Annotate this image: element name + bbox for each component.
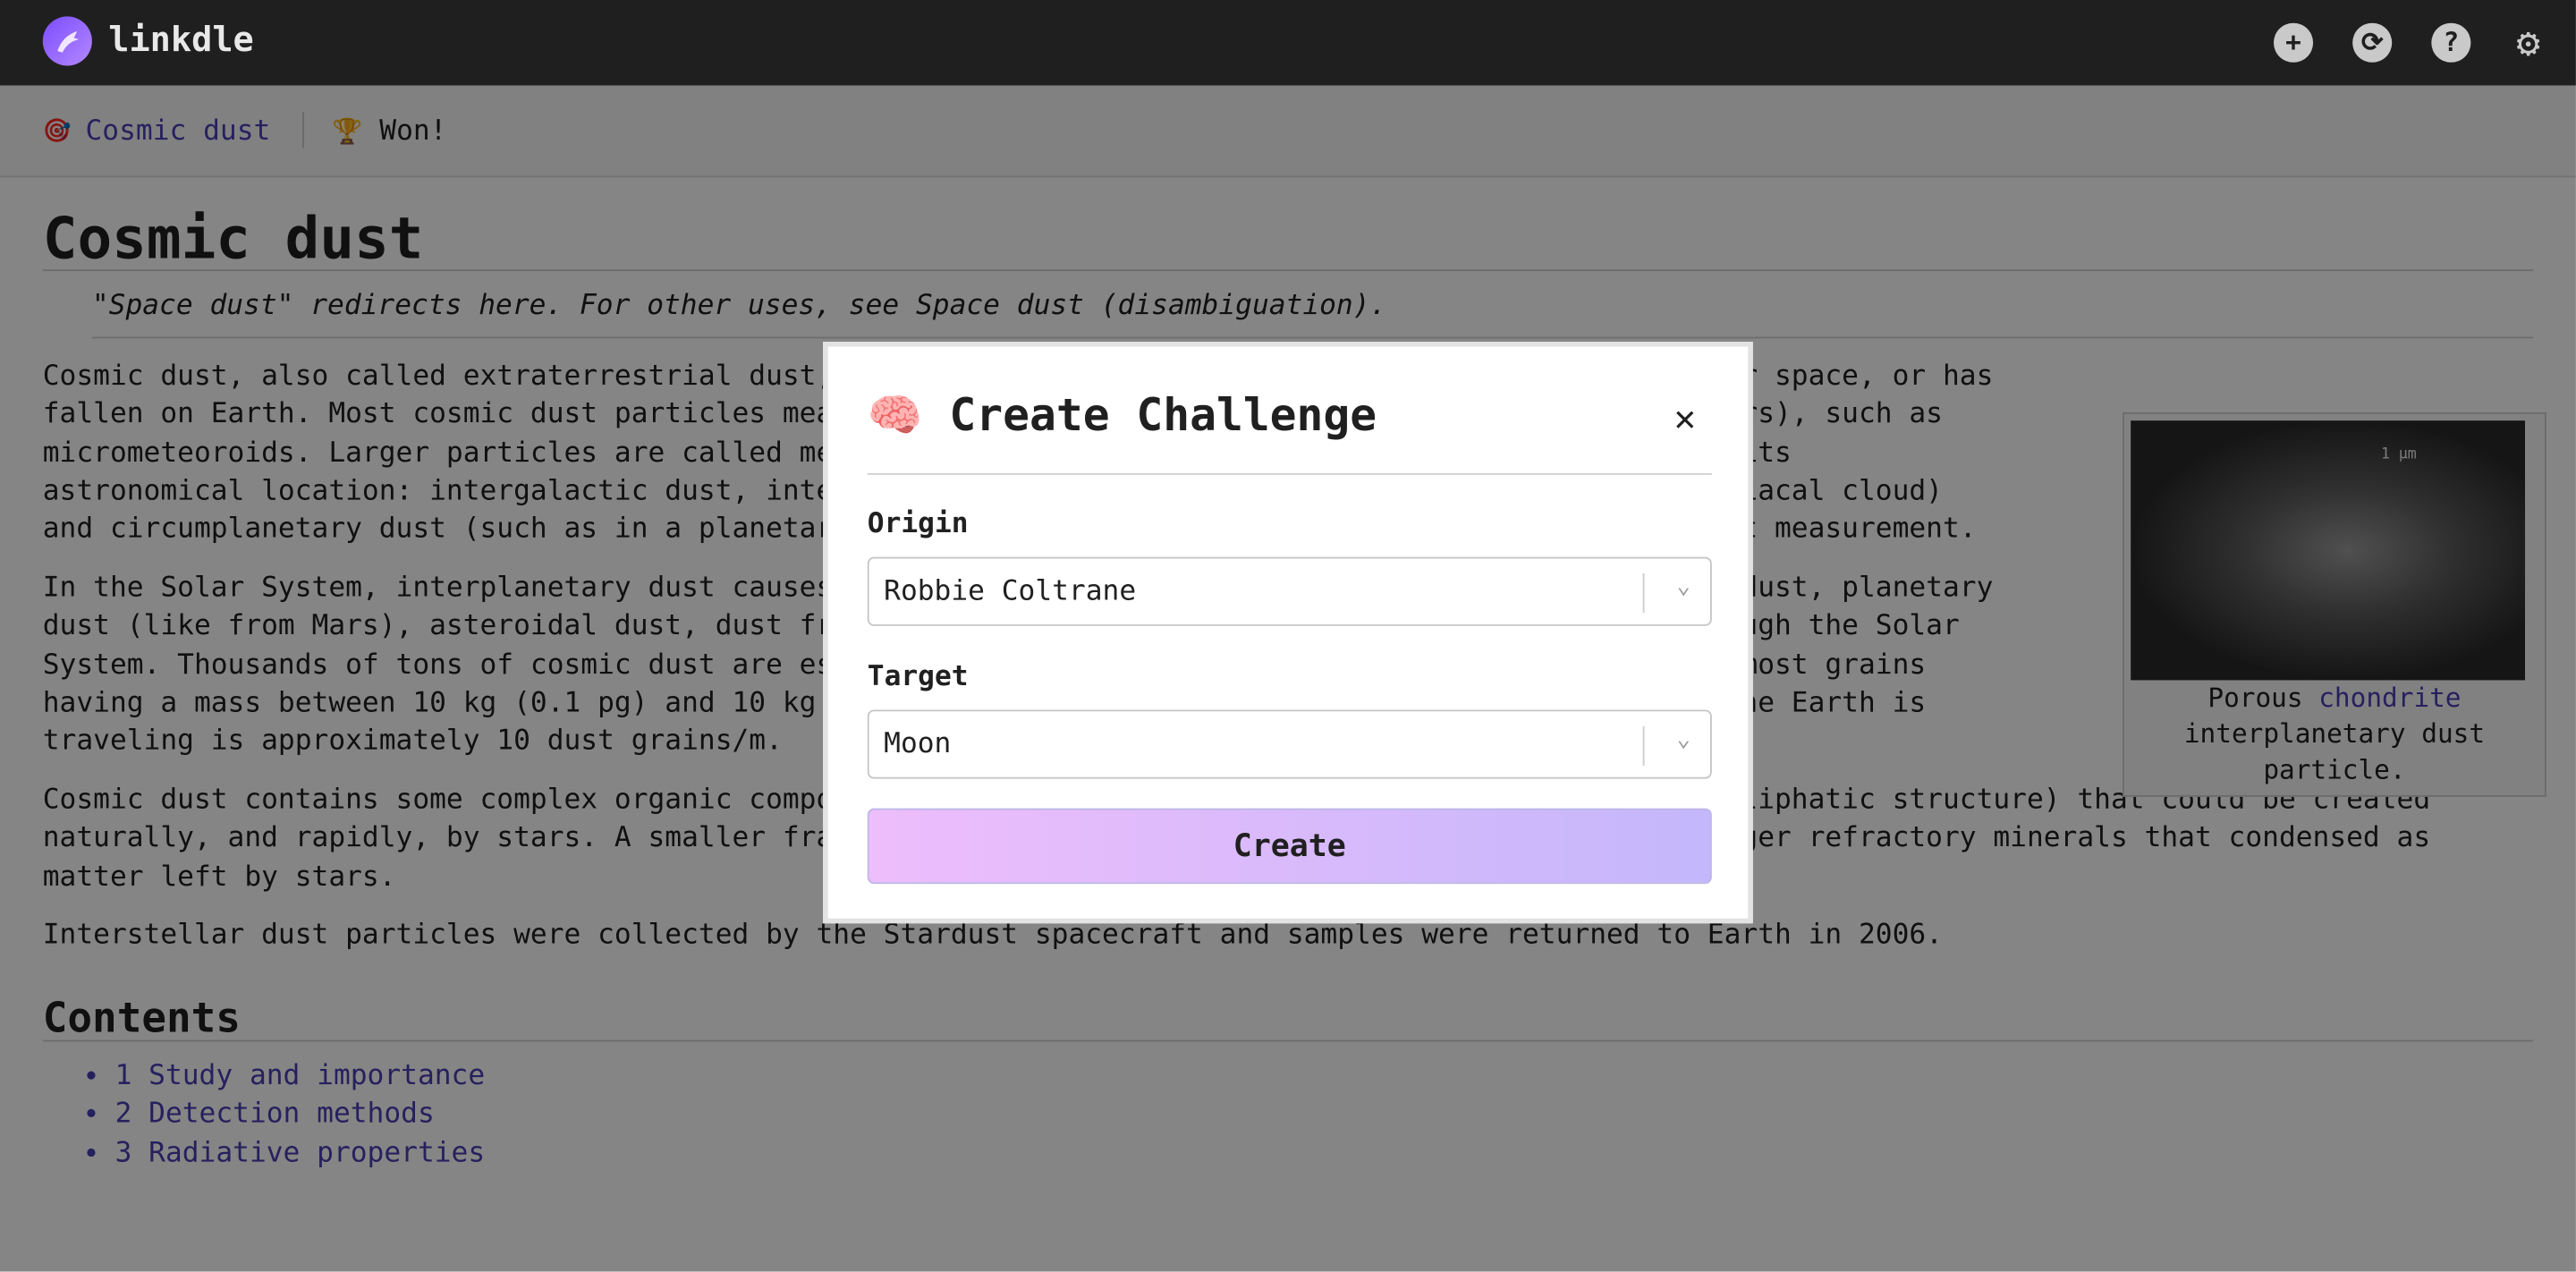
target-label: Target (867, 660, 969, 694)
refresh-icon[interactable]: ⟳ (2352, 22, 2393, 63)
dialog-title: 🧠 Create Challenge (867, 391, 1377, 443)
select-divider (1642, 573, 1645, 614)
chevron-down-icon[interactable]: ⌄ (1676, 726, 1690, 752)
close-icon[interactable]: ✕ (1674, 399, 1696, 440)
linkdle-logo[interactable] (42, 16, 92, 66)
plus-icon[interactable]: + (2273, 22, 2314, 63)
create-challenge-dialog: 🧠 Create Challenge ✕ Origin Robbie Coltr… (823, 342, 1753, 924)
origin-label: Origin (867, 507, 969, 541)
origin-value: Robbie Coltrane (884, 574, 1137, 608)
chevron-down-icon[interactable]: ⌄ (1676, 573, 1690, 599)
divider (867, 472, 1712, 475)
select-divider (1642, 725, 1645, 766)
brain-icon: 🧠 (867, 391, 923, 443)
target-select[interactable]: Moon ⌄ (867, 709, 1712, 779)
settings-icon[interactable]: ⚙ (2509, 23, 2548, 63)
help-icon[interactable]: ? (2431, 22, 2471, 63)
brand-name[interactable]: linkdle (108, 20, 254, 59)
top-bar: linkdle + ⟳ ? ⚙ (0, 0, 2576, 86)
origin-select[interactable]: Robbie Coltrane ⌄ (867, 556, 1712, 626)
create-button[interactable]: Create (867, 808, 1712, 885)
target-value: Moon (884, 727, 952, 761)
